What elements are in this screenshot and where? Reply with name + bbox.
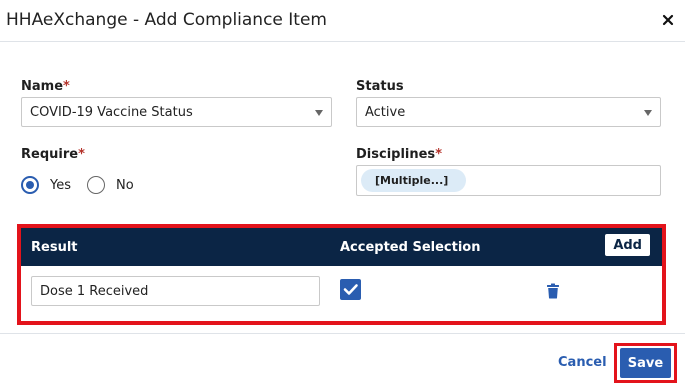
results-table-header: Result Accepted Selection Add [21, 228, 662, 266]
accepted-selection-checkbox[interactable] [340, 279, 361, 300]
name-label-text: Name [21, 79, 64, 94]
header-divider [0, 41, 685, 42]
require-label-text: Require [21, 147, 79, 162]
require-no-label: No [116, 178, 134, 193]
result-column-header: Result [31, 240, 78, 255]
required-asterisk: * [63, 79, 70, 94]
disciplines-label: Disciplines* [356, 147, 442, 162]
name-select[interactable]: COVID-19 Vaccine Status [21, 97, 332, 127]
accepted-selection-column-header: Accepted Selection [340, 240, 481, 255]
close-icon[interactable] [661, 13, 675, 27]
check-icon [343, 284, 358, 295]
require-yes-label: Yes [50, 178, 71, 193]
save-button[interactable]: Save [620, 348, 671, 378]
status-select-value: Active [365, 105, 406, 120]
dialog-title: HHAeXchange - Add Compliance Item [6, 10, 327, 30]
result-input[interactable] [31, 276, 320, 306]
required-asterisk: * [435, 147, 442, 162]
status-label: Status [356, 79, 404, 94]
cancel-button[interactable]: Cancel [558, 355, 607, 370]
trash-icon[interactable] [546, 283, 560, 299]
add-compliance-item-dialog: HHAeXchange - Add Compliance Item Name* … [0, 0, 685, 392]
name-select-value: COVID-19 Vaccine Status [30, 105, 193, 120]
chevron-down-icon [315, 110, 323, 116]
require-label: Require* [21, 147, 85, 162]
chevron-down-icon [644, 110, 652, 116]
require-yes-radio[interactable] [21, 176, 39, 194]
require-no-radio[interactable] [87, 176, 105, 194]
disciplines-label-text: Disciplines [356, 147, 436, 162]
add-result-button[interactable]: Add [605, 234, 650, 256]
table-row [21, 266, 662, 321]
required-asterisk: * [78, 147, 85, 162]
disciplines-multiselect[interactable]: [Multiple...] [356, 165, 661, 196]
footer-divider [0, 333, 685, 334]
name-label: Name* [21, 79, 70, 94]
disciplines-chip[interactable]: [Multiple...] [361, 169, 467, 192]
status-select[interactable]: Active [356, 97, 661, 127]
